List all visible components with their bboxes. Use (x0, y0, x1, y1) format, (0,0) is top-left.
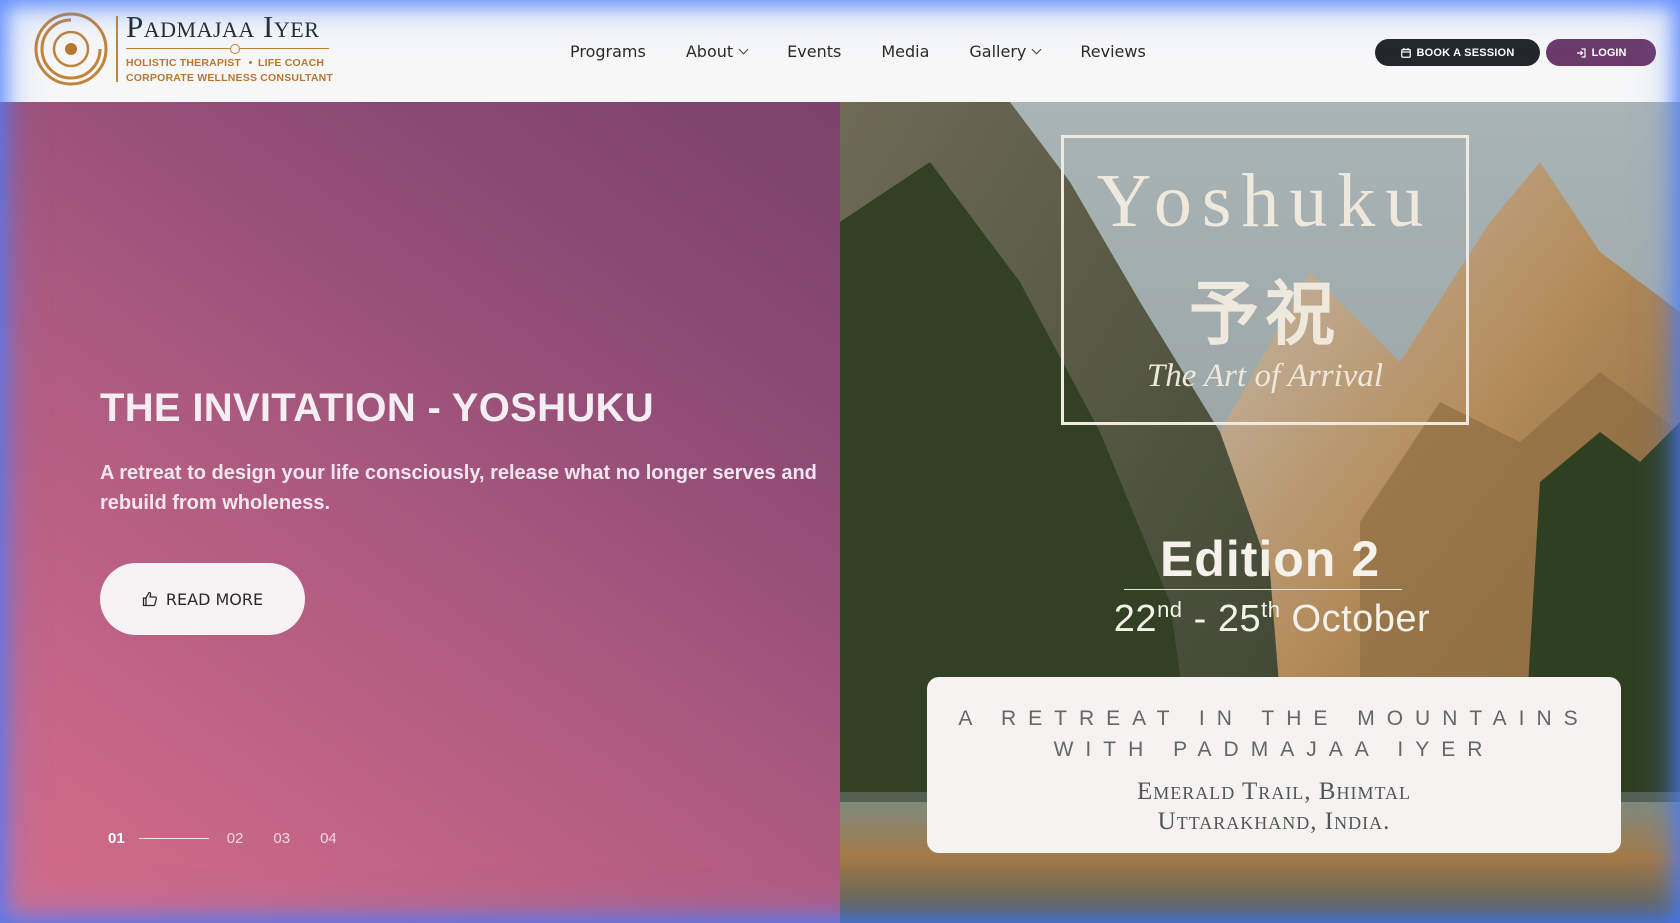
book-session-label: BOOK A SESSION (1416, 46, 1515, 59)
nav-label: Reviews (1080, 41, 1146, 61)
poster-info-card: A RETREAT IN THE MOUNTAINS WITH PADMAJAA… (927, 677, 1621, 853)
brand-tagline-line-2: CORPORATE WELLNESS CONSULTANT (126, 72, 334, 84)
poster-dates: 22nd - 25th October (840, 597, 1680, 641)
hero-slide-panel: THE INVITATION - YOSHUKU A retreat to de… (0, 102, 840, 923)
book-session-button[interactable]: BOOK A SESSION (1375, 39, 1540, 66)
slide-pager: 01 02 03 04 (108, 830, 367, 847)
date-end-suffix: th (1261, 597, 1281, 622)
location-line-1: Emerald Trail, Bhimtal (1136, 778, 1412, 805)
login-button[interactable]: LOGIN (1546, 39, 1656, 66)
poster-kanji: 予祝 (1189, 273, 1341, 355)
poster-tagline: The Art of Arrival (1146, 358, 1384, 394)
pager-item-01[interactable]: 01 (108, 830, 125, 847)
date-month: October (1280, 598, 1431, 640)
read-more-label: READ MORE (165, 589, 264, 609)
date-start: 22 (1113, 598, 1158, 640)
chevron-down-icon (738, 44, 749, 54)
brand-tagline-line-1: HOLISTIC THERAPIST LIFE COACH (126, 56, 333, 71)
hero-subtitle: A retreat to design your life consciousl… (100, 462, 817, 514)
logo-mark-icon (34, 12, 108, 86)
login-icon (1576, 47, 1586, 58)
nav-item-programs[interactable]: Programs (570, 42, 646, 61)
pager-progress-line (138, 838, 209, 839)
poster-edition: Edition 2 (1159, 531, 1381, 587)
logo-ornament (126, 44, 333, 54)
poster-title-frame: Yoshuku 予祝 The Art of Arrival (1061, 135, 1469, 425)
nav-item-media[interactable]: Media (881, 42, 929, 61)
edition-underline (1124, 589, 1402, 590)
tagline-holistic-therapist: HOLISTIC THERAPIST (126, 57, 242, 69)
brand-logo[interactable]: Padmajaa Iyer HOLISTIC THERAPIST LIFE COA… (32, 8, 352, 90)
retreat-description: A RETREAT IN THE MOUNTAINS WITH PADMAJAA… (958, 707, 1590, 761)
page: Padmajaa Iyer HOLISTIC THERAPIST LIFE COA… (0, 0, 1680, 923)
read-more-button[interactable]: READ MORE (100, 563, 305, 635)
brand-name: Padmajaa Iyer (126, 9, 320, 44)
poster-title: Yoshuku (1096, 159, 1434, 243)
calendar-icon (1400, 47, 1411, 58)
nav-label: About (685, 41, 734, 61)
logo-divider-rule (116, 16, 118, 82)
date-end: 25 (1217, 598, 1262, 640)
pager-item-02[interactable]: 02 (227, 830, 244, 847)
site-header: Padmajaa Iyer HOLISTIC THERAPIST LIFE COA… (0, 0, 1680, 102)
logo-text: Padmajaa Iyer HOLISTIC THERAPIST LIFE COA… (126, 9, 334, 86)
retreat-poster: Yoshuku 予祝 The Art of Arrival Edition 2 … (840, 102, 1680, 923)
retreat-location: Emerald Trail, Bhimtal Uttarakhand, Indi… (927, 777, 1621, 837)
main-nav: Programs About Events Media Gallery Revi… (570, 0, 1186, 102)
pager-item-03[interactable]: 03 (273, 830, 290, 847)
nav-label: Events (787, 41, 842, 61)
nav-label: Gallery (969, 41, 1027, 61)
nav-item-about[interactable]: About (685, 41, 749, 61)
date-start-suffix: nd (1157, 597, 1183, 622)
hero-title: THE INVITATION - YOSHUKU (100, 386, 654, 430)
location-line-2: Uttarakhand, India. (1157, 808, 1391, 835)
tagline-life-coach: LIFE COACH (258, 57, 325, 69)
date-separator: - (1182, 598, 1218, 640)
thumbs-up-icon (142, 591, 157, 607)
chevron-down-icon (1031, 44, 1042, 54)
pager-item-04[interactable]: 04 (320, 830, 337, 847)
nav-label: Programs (570, 41, 646, 61)
nav-item-reviews[interactable]: Reviews (1080, 42, 1145, 61)
nav-item-events[interactable]: Events (787, 42, 841, 61)
tagline-dot (249, 61, 253, 64)
login-label: LOGIN (1591, 46, 1627, 59)
nav-item-gallery[interactable]: Gallery (969, 41, 1042, 61)
nav-label: Media (881, 41, 930, 61)
